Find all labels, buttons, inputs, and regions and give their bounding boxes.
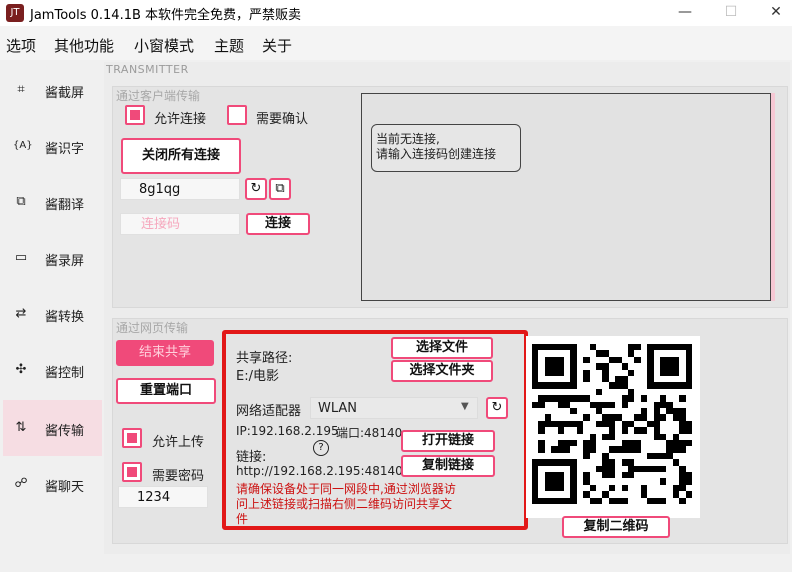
qr-code-pattern <box>532 344 694 510</box>
menu-bar: 选项 其他功能 小窗模式 主题 关于 <box>0 26 792 60</box>
sidebar-item-ocr[interactable]: {A} 酱识字 <box>3 118 102 174</box>
highlight-box <box>222 330 528 530</box>
sidebar-item-label: 酱传输 <box>45 424 85 439</box>
section-label: TRANSMITTER <box>106 63 189 76</box>
menu-theme[interactable]: 主题 <box>214 35 244 56</box>
maximize-button[interactable]: ☐ <box>708 0 754 26</box>
web-group-title: 通过网页传输 <box>116 321 189 335</box>
minimize-button[interactable]: — <box>662 0 708 26</box>
transfer-icon: ⇅ <box>15 420 27 435</box>
convert-icon: ⇄ <box>15 306 27 321</box>
menu-mini-mode[interactable]: 小窗模式 <box>134 35 194 56</box>
sidebar-item-screenshot[interactable]: ⌗ 酱截屏 <box>3 62 102 118</box>
close-all-connections-button[interactable]: 关闭所有连接 <box>121 138 241 174</box>
copy-qr-button[interactable]: 复制二维码 <box>562 516 670 538</box>
connection-code-field[interactable]: 8g1qg <box>120 178 240 200</box>
refresh-icon[interactable]: ↻ <box>245 178 267 200</box>
window-title: JamTools 0.14.1B 本软件完全免费，严禁贩卖 <box>30 8 302 23</box>
connect-code-input[interactable]: 连接码 <box>120 213 240 235</box>
sidebar-item-convert[interactable]: ⇄ 酱转换 <box>3 286 102 342</box>
sidebar-item-translate[interactable]: ⧉ 酱翻译 <box>3 174 102 230</box>
qr-code-image <box>526 336 700 518</box>
menu-options[interactable]: 选项 <box>6 35 36 56</box>
record-icon: ▭ <box>14 250 28 265</box>
translate-icon: ⧉ <box>16 194 26 209</box>
sidebar-item-label: 酱转换 <box>45 310 85 325</box>
sidebar-item-chat[interactable]: ☍ 酱聊天 <box>3 456 102 512</box>
control-icon: ✣ <box>15 362 27 377</box>
sidebar-item-label: 酱识字 <box>45 142 85 157</box>
chat-icon: ☍ <box>14 476 28 491</box>
need-confirm-label: 需要确认 <box>256 112 309 127</box>
scrollbar[interactable] <box>771 93 775 301</box>
title-bar: JT JamTools 0.14.1B 本软件完全免费，严禁贩卖 — ☐ ✕ <box>0 0 792 26</box>
sidebar-item-transfer[interactable]: ⇅ 酱传输 <box>3 400 102 456</box>
status-line-1: 当前无连接, <box>376 132 440 146</box>
status-line-2: 请输入连接码创建连接 <box>376 147 497 161</box>
password-input[interactable]: 1234 <box>118 486 208 508</box>
allow-connect-checkbox[interactable] <box>125 105 145 125</box>
reset-port-button[interactable]: 重置端口 <box>116 378 216 404</box>
app-logo-icon: JT <box>6 4 24 22</box>
connection-status-box: 当前无连接, 请输入连接码创建连接 <box>371 124 521 172</box>
sidebar-item-control[interactable]: ✣ 酱控制 <box>3 342 102 398</box>
end-share-button[interactable]: 结束共享 <box>116 340 214 366</box>
menu-about[interactable]: 关于 <box>262 35 292 56</box>
ocr-icon: {A} <box>13 140 33 151</box>
close-button[interactable]: ✕ <box>753 0 792 26</box>
client-group-title: 通过客户端传输 <box>116 89 201 103</box>
crop-icon: ⌗ <box>17 82 25 97</box>
copy-icon[interactable]: ⧉ <box>269 178 291 200</box>
need-confirm-checkbox[interactable] <box>227 105 247 125</box>
sidebar-item-record[interactable]: ▭ 酱录屏 <box>3 230 102 286</box>
sidebar-item-label: 酱控制 <box>45 366 85 381</box>
sidebar-item-label: 酱截屏 <box>45 86 85 101</box>
sidebar: ⌗ 酱截屏 {A} 酱识字 ⧉ 酱翻译 ▭ 酱录屏 ⇄ 酱转换 ✣ 酱控制 ⇅ … <box>3 62 102 552</box>
sidebar-item-label: 酱翻译 <box>45 198 85 213</box>
connect-button[interactable]: 连接 <box>246 213 310 235</box>
menu-other-features[interactable]: 其他功能 <box>54 35 114 56</box>
sidebar-item-label: 酱录屏 <box>45 254 85 269</box>
allow-upload-checkbox[interactable] <box>122 428 142 448</box>
need-password-label: 需要密码 <box>152 469 205 484</box>
allow-upload-label: 允许上传 <box>152 435 205 450</box>
allow-connect-label: 允许连接 <box>154 112 207 127</box>
need-password-checkbox[interactable] <box>122 462 142 482</box>
sidebar-item-label: 酱聊天 <box>45 480 85 495</box>
